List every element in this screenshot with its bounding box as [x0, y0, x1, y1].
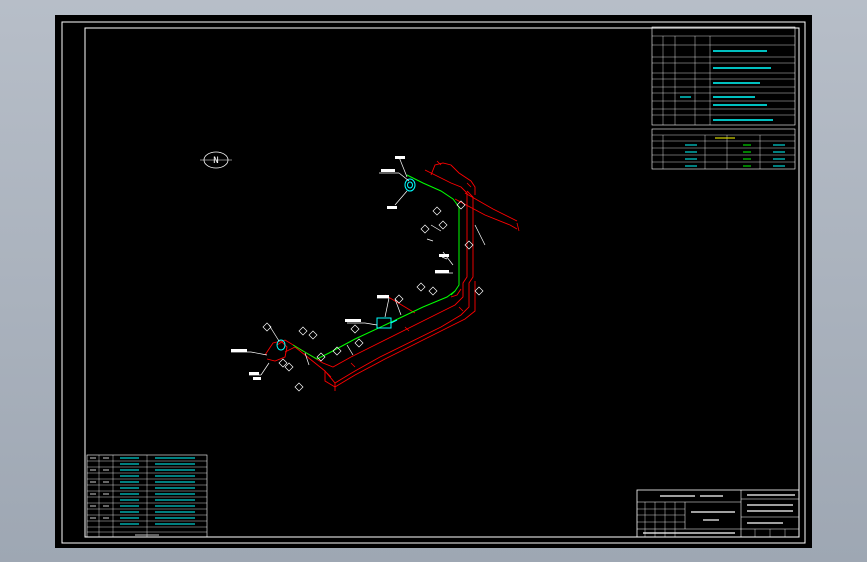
annotation-leaders — [231, 156, 486, 376]
drawing-sheet: N — [55, 15, 812, 548]
north-arrow-icon: N — [200, 151, 232, 169]
north-label: N — [213, 156, 218, 166]
parts-list — [86, 454, 208, 538]
inner-frame — [84, 27, 800, 538]
revision-table — [651, 26, 796, 126]
tag-labels — [231, 156, 449, 380]
title-block — [636, 489, 800, 538]
red-pipe-outline — [264, 162, 518, 391]
joint-markers — [262, 200, 484, 392]
red-ticks — [326, 160, 520, 378]
material-table — [651, 128, 796, 170]
pipeline-isometric — [231, 156, 520, 392]
fittings — [276, 178, 416, 351]
green-main-pipe — [292, 174, 460, 360]
outer-frame — [61, 21, 806, 544]
